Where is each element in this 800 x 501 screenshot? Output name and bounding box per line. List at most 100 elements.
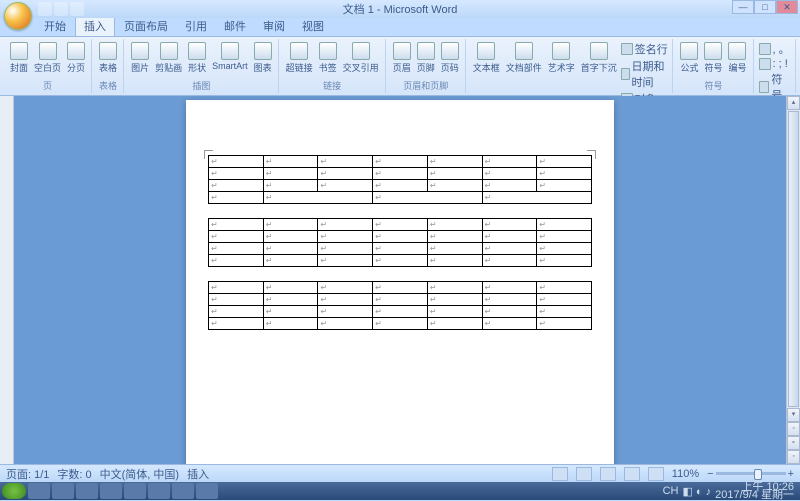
table-cell[interactable]: ↵	[427, 243, 482, 255]
table-cell[interactable]: ↵	[209, 243, 264, 255]
table-cell[interactable]: ↵	[537, 282, 592, 294]
table-cell[interactable]: ↵	[373, 168, 428, 180]
ribbon-button[interactable]: 符号	[702, 41, 724, 75]
view-fullscreen[interactable]	[576, 467, 592, 481]
ribbon-button[interactable]: 文档部件	[504, 41, 544, 75]
vertical-scrollbar[interactable]: ▴ ▾ ◦ ∘ ◦	[786, 96, 800, 464]
table-cell[interactable]: ↵	[373, 294, 428, 306]
table-cell[interactable]: ↵	[427, 306, 482, 318]
view-outline[interactable]	[624, 467, 640, 481]
ribbon-button[interactable]: 分页	[65, 41, 87, 75]
table-cell[interactable]: ↵	[209, 156, 264, 168]
ribbon-button[interactable]: 图片	[129, 41, 151, 75]
ribbon-stack-item[interactable]: , 。	[759, 41, 792, 57]
ribbon-button[interactable]: 交叉引用	[341, 41, 381, 75]
table-cell[interactable]: ↵	[209, 168, 264, 180]
office-button[interactable]	[4, 2, 32, 30]
table-cell[interactable]: ↵	[427, 156, 482, 168]
table-cell[interactable]: ↵	[263, 255, 318, 267]
status-mode[interactable]: 插入	[187, 466, 209, 482]
tab-pagelayout[interactable]: 页面布局	[116, 16, 176, 36]
ribbon-button[interactable]: 书签	[317, 41, 339, 75]
zoom-out-button[interactable]: −	[707, 468, 713, 480]
table-cell[interactable]: ↵	[263, 282, 318, 294]
table-cell[interactable]: ↵	[373, 231, 428, 243]
start-button[interactable]	[2, 483, 26, 499]
table-cell[interactable]: ↵	[537, 318, 592, 330]
ribbon-button[interactable]: 编号	[726, 41, 748, 75]
table-cell[interactable]: ↵	[427, 318, 482, 330]
table-cell[interactable]: ↵	[482, 255, 537, 267]
view-web[interactable]	[600, 467, 616, 481]
table-cell[interactable]: ↵	[209, 318, 264, 330]
table-cell[interactable]: ↵	[482, 231, 537, 243]
taskbar-explorer[interactable]	[52, 483, 74, 499]
table-cell[interactable]: ↵	[373, 306, 428, 318]
table-cell[interactable]: ↵	[263, 219, 318, 231]
table-cell[interactable]: ↵	[537, 231, 592, 243]
taskbar-app1[interactable]	[76, 483, 98, 499]
table-cell[interactable]: ↵	[263, 156, 318, 168]
taskbar-ie[interactable]	[28, 483, 50, 499]
ribbon-button[interactable]: 封面	[8, 41, 30, 75]
taskbar-app2[interactable]	[100, 483, 122, 499]
table-cell[interactable]: ↵	[318, 294, 373, 306]
table-cell[interactable]: ↵	[318, 243, 373, 255]
tab-insert[interactable]: 插入	[75, 15, 115, 36]
table-cell[interactable]: ↵	[482, 192, 591, 204]
zoom-slider[interactable]	[716, 472, 786, 475]
zoom-in-button[interactable]: +	[788, 468, 794, 480]
minimize-button[interactable]: —	[732, 0, 754, 14]
qat-undo[interactable]	[54, 2, 68, 16]
ribbon-button[interactable]: SmartArt	[210, 41, 250, 72]
table-cell[interactable]: ↵	[209, 192, 264, 204]
scroll-up-button[interactable]: ▴	[787, 96, 800, 110]
table-cell[interactable]: ↵	[427, 282, 482, 294]
word-table[interactable]: ↵↵↵↵↵↵↵↵↵↵↵↵↵↵↵↵↵↵↵↵↵↵↵↵↵	[208, 155, 592, 204]
table-cell[interactable]: ↵	[482, 156, 537, 168]
word-table[interactable]: ↵↵↵↵↵↵↵↵↵↵↵↵↵↵↵↵↵↵↵↵↵↵↵↵↵↵↵↵	[208, 218, 592, 267]
table-cell[interactable]: ↵	[373, 255, 428, 267]
table-cell[interactable]: ↵	[373, 243, 428, 255]
table-cell[interactable]: ↵	[537, 306, 592, 318]
system-tray[interactable]: CH ◧ ◐ ♪ 上午 10:26 2017/9/4 星期一	[663, 483, 798, 499]
qat-redo[interactable]	[70, 2, 84, 16]
table-cell[interactable]: ↵	[263, 306, 318, 318]
table-cell[interactable]: ↵	[318, 231, 373, 243]
table-cell[interactable]: ↵	[318, 318, 373, 330]
ribbon-button[interactable]: 形状	[186, 41, 208, 75]
table-cell[interactable]: ↵	[537, 243, 592, 255]
table-cell[interactable]: ↵	[263, 168, 318, 180]
tab-view[interactable]: 视图	[294, 16, 332, 36]
table-cell[interactable]: ↵	[263, 192, 372, 204]
status-page[interactable]: 页面: 1/1	[6, 466, 49, 482]
table-cell[interactable]: ↵	[373, 219, 428, 231]
browse-object-button[interactable]: ∘	[787, 436, 800, 450]
table-cell[interactable]: ↵	[209, 255, 264, 267]
table-cell[interactable]: ↵	[482, 219, 537, 231]
word-table[interactable]: ↵↵↵↵↵↵↵↵↵↵↵↵↵↵↵↵↵↵↵↵↵↵↵↵↵↵↵↵	[208, 281, 592, 330]
tab-references[interactable]: 引用	[177, 16, 215, 36]
ribbon-button[interactable]: 表格	[97, 41, 119, 75]
tray-icons[interactable]: ◧ ◐ ♪	[682, 485, 711, 498]
table-cell[interactable]: ↵	[209, 282, 264, 294]
taskbar-app5[interactable]	[172, 483, 194, 499]
table-cell[interactable]: ↵	[318, 168, 373, 180]
view-draft[interactable]	[648, 467, 664, 481]
table-cell[interactable]: ↵	[537, 156, 592, 168]
table-cell[interactable]: ↵	[318, 306, 373, 318]
table-cell[interactable]: ↵	[263, 231, 318, 243]
qat-save[interactable]	[38, 2, 52, 16]
tab-review[interactable]: 审阅	[255, 16, 293, 36]
ribbon-button[interactable]: 超链接	[284, 41, 315, 75]
table-cell[interactable]: ↵	[482, 168, 537, 180]
table-cell[interactable]: ↵	[263, 318, 318, 330]
table-cell[interactable]: ↵	[318, 255, 373, 267]
table-cell[interactable]: ↵	[537, 255, 592, 267]
table-cell[interactable]: ↵	[209, 219, 264, 231]
status-lang[interactable]: 中文(简体, 中国)	[100, 466, 179, 482]
ribbon-button[interactable]: 剪贴画	[153, 41, 184, 75]
table-cell[interactable]: ↵	[263, 294, 318, 306]
ribbon-button[interactable]: 页码	[439, 41, 461, 75]
ribbon-button[interactable]: 公式	[678, 41, 700, 75]
